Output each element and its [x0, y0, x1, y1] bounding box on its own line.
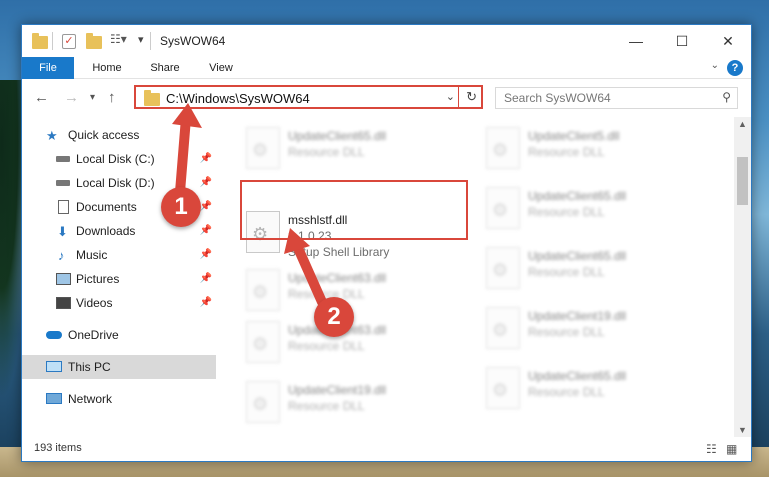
- tab-share[interactable]: Share: [142, 57, 188, 79]
- large-icons-view-icon[interactable]: ▦: [726, 442, 737, 456]
- pin-icon[interactable]: 📌: [200, 297, 212, 308]
- network-icon: [46, 393, 62, 404]
- sidebar-item-onedrive[interactable]: OneDrive: [22, 323, 216, 347]
- list-item[interactable]: UpdateClient65.dll Resource DLL: [480, 363, 710, 417]
- search-icon[interactable]: ⚲: [722, 90, 731, 104]
- pin-icon[interactable]: 📌: [200, 273, 212, 284]
- refresh-icon[interactable]: ↻: [466, 89, 477, 105]
- back-icon[interactable]: ←: [34, 89, 49, 106]
- expand-ribbon-icon[interactable]: ⌄: [711, 60, 719, 71]
- recent-locations-icon[interactable]: ▾: [90, 92, 95, 103]
- divider: [458, 87, 459, 107]
- file-list: UpdateClient65.dll Resource DLL msshlstf…: [220, 117, 734, 437]
- dll-file-icon: [486, 187, 520, 229]
- sidebar-item-pictures[interactable]: Pictures 📌: [22, 267, 216, 291]
- quick-access-toolbar-dropdown-icon[interactable]: ▾: [138, 33, 144, 47]
- sidebar-item-music[interactable]: ♪ Music 📌: [22, 243, 216, 267]
- sidebar-item-this-pc[interactable]: This PC: [22, 355, 216, 379]
- folder-icon: [144, 90, 160, 106]
- videos-icon: [56, 297, 71, 309]
- dll-file-icon: [486, 247, 520, 289]
- step-marker-1: 1: [161, 187, 201, 227]
- forward-icon[interactable]: →: [64, 89, 79, 106]
- list-item[interactable]: UpdateClient65.dll Resource DLL: [480, 243, 710, 297]
- list-item[interactable]: UpdateClient5.dll Resource DLL: [480, 123, 710, 177]
- sidebar-item-quick-access[interactable]: ★ Quick access: [22, 123, 216, 147]
- list-item[interactable]: UpdateClient19.dll Resource DLL: [240, 377, 470, 431]
- scrollbar-thumb[interactable]: [737, 157, 748, 205]
- window-title: SysWOW64: [160, 34, 226, 48]
- dll-file-icon: [246, 269, 280, 311]
- ribbon-tabs: File Home Share View ⌄ ?: [22, 57, 751, 79]
- list-item[interactable]: UpdateClient65.dll Resource DLL: [480, 183, 710, 237]
- search-placeholder: Search SysWOW64: [504, 91, 611, 105]
- pin-icon[interactable]: 📌: [200, 177, 212, 188]
- address-row: ← → ▾ ↑ C:\Windows\SysWOW64 ⌄ ↻ Search S…: [22, 80, 751, 116]
- pictures-icon: [56, 273, 71, 285]
- star-icon: ★: [46, 128, 58, 143]
- highlight-box: [240, 180, 468, 240]
- cloud-icon: [46, 331, 62, 339]
- tab-home[interactable]: Home: [84, 57, 130, 79]
- properties-icon[interactable]: ✓: [62, 34, 76, 49]
- pin-icon[interactable]: 📌: [200, 153, 212, 164]
- help-icon[interactable]: ?: [727, 60, 743, 76]
- minimize-button[interactable]: —: [613, 25, 659, 57]
- vertical-scrollbar[interactable]: ▲ ▼: [734, 117, 751, 437]
- explorer-window: ✓ ☷▾ ▾ SysWOW64 — ☐ ✕ File Home Share Vi…: [21, 24, 752, 462]
- dll-file-icon: [246, 321, 280, 363]
- drive-icon: [56, 156, 70, 162]
- address-dropdown-icon[interactable]: ⌄: [446, 90, 455, 103]
- step-marker-2: 2: [314, 297, 354, 337]
- address-path: C:\Windows\SysWOW64: [166, 91, 310, 106]
- close-button[interactable]: ✕: [705, 25, 751, 57]
- file-description: Setup Shell Library: [288, 245, 390, 259]
- documents-icon: [58, 200, 69, 214]
- pin-icon[interactable]: 📌: [200, 201, 212, 212]
- customize-icon[interactable]: ☷▾: [110, 32, 127, 46]
- dll-file-icon: [486, 127, 520, 169]
- list-item[interactable]: UpdateClient63.dll Resource DLL: [240, 265, 470, 319]
- pin-icon[interactable]: 📌: [200, 225, 212, 236]
- search-input[interactable]: Search SysWOW64 ⚲: [495, 87, 738, 109]
- divider: [150, 32, 151, 50]
- title-bar: ✓ ☷▾ ▾ SysWOW64 — ☐ ✕: [22, 25, 751, 57]
- details-view-icon[interactable]: ☷: [706, 442, 717, 456]
- sidebar-item-local-disk-c[interactable]: Local Disk (C:) 📌: [22, 147, 216, 171]
- dll-file-icon: [246, 127, 280, 169]
- list-item[interactable]: UpdateClient65.dll Resource DLL: [240, 123, 470, 177]
- divider: [52, 32, 53, 50]
- drive-icon: [56, 180, 70, 186]
- tab-file[interactable]: File: [22, 57, 74, 79]
- dll-file-icon: [486, 307, 520, 349]
- sidebar-item-videos[interactable]: Videos 📌: [22, 291, 216, 315]
- list-item[interactable]: UpdateClient63.dll Resource DLL: [240, 317, 470, 371]
- item-count: 193 items: [34, 442, 82, 454]
- maximize-button[interactable]: ☐: [659, 25, 705, 57]
- up-icon[interactable]: ↑: [108, 89, 116, 106]
- address-bar[interactable]: C:\Windows\SysWOW64 ⌄ ↻: [134, 85, 483, 109]
- music-icon: ♪: [58, 248, 65, 263]
- computer-icon: [46, 361, 62, 372]
- status-bar: 193 items ☷ ▦: [22, 437, 751, 461]
- dll-file-icon: [246, 381, 280, 423]
- tab-view[interactable]: View: [198, 57, 244, 79]
- scroll-down-icon[interactable]: ▼: [738, 425, 747, 435]
- dll-file-icon: [486, 367, 520, 409]
- scroll-up-icon[interactable]: ▲: [738, 119, 747, 129]
- sidebar-item-network[interactable]: Network: [22, 387, 216, 411]
- downloads-icon: ⬇: [57, 224, 68, 239]
- list-item[interactable]: UpdateClient19.dll Resource DLL: [480, 303, 710, 357]
- navigation-pane: ★ Quick access Local Disk (C:) 📌 Local D…: [22, 117, 216, 437]
- pin-icon[interactable]: 📌: [200, 249, 212, 260]
